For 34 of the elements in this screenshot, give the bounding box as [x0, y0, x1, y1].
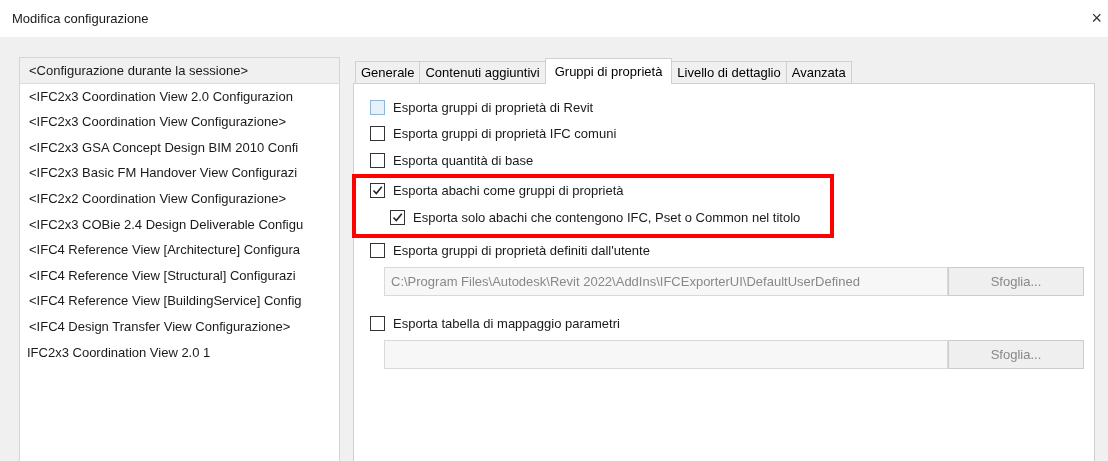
checkbox[interactable]	[370, 315, 385, 331]
tab[interactable]: Gruppi di proprietà	[544, 58, 673, 84]
checkbox[interactable]	[370, 183, 385, 199]
tab[interactable]: Livello di dettaglio	[671, 61, 787, 83]
tab[interactable]: Generale	[355, 61, 421, 83]
checkbox-label: Esporta gruppi di proprietà di Revit	[393, 99, 594, 115]
checkbox-label: Esporta gruppi di proprietà definiti dall'utente	[393, 243, 650, 259]
configuration-item[interactable]: <IFC2x3 Coordination View Configurazione>	[20, 109, 339, 135]
checkbox-label: Esporta quantità di base	[393, 152, 534, 168]
checkbox[interactable]	[370, 243, 385, 259]
checkbox-label: Esporta abachi come gruppi di proprietà	[393, 183, 624, 199]
checkbox-label: Esporta tabella di mappaggio parametri	[393, 315, 620, 331]
checkbox-label: Esporta gruppi di proprietà IFC comuni	[393, 126, 617, 142]
configuration-item[interactable]: <IFC2x3 Coordination View 2.0 Configurazion	[20, 83, 339, 110]
checkbox[interactable]	[370, 99, 385, 115]
configuration-item[interactable]: <IFC2x3 GSA Concept Design BIM 2010 Confi	[20, 134, 339, 161]
window-title: Modifica configurazione	[12, 11, 149, 26]
configuration-item[interactable]: <IFC2x2 Coordination View Configurazione>	[20, 185, 339, 212]
configuration-item[interactable]: IFC2x3 Coordination View 2.0 1	[20, 339, 339, 366]
checkbox[interactable]	[390, 209, 405, 225]
checkbox-label: Esporta solo abachi che contengono IFC, Pset o Common nel titolo	[413, 209, 801, 225]
configuration-item[interactable]: <IFC4 Design Transfer View Configurazione>	[20, 313, 339, 340]
path-field[interactable]	[384, 339, 948, 369]
configuration-item[interactable]: <IFC4 Reference View [BuildingService] Config	[20, 288, 339, 314]
configuration-item[interactable]: <Configurazione durante la sessione>	[20, 58, 339, 84]
configuration-item[interactable]: <IFC2x3 COBie 2.4 Design Deliverable Configu	[20, 211, 339, 238]
tab[interactable]: Avanzata	[785, 61, 852, 83]
tab[interactable]: Contenuti aggiuntivi	[419, 61, 546, 83]
configuration-item[interactable]: <IFC4 Reference View [Structural] Configurazi	[20, 262, 339, 289]
checkbox[interactable]	[370, 126, 385, 142]
configuration-item[interactable]: <IFC2x3 Basic FM Handover View Configurazi	[20, 160, 339, 186]
configuration-item[interactable]: <IFC4 Reference View [Architecture] Configura	[20, 237, 339, 263]
checkbox[interactable]	[370, 152, 385, 168]
close-button[interactable]: ×	[1091, 8, 1102, 29]
